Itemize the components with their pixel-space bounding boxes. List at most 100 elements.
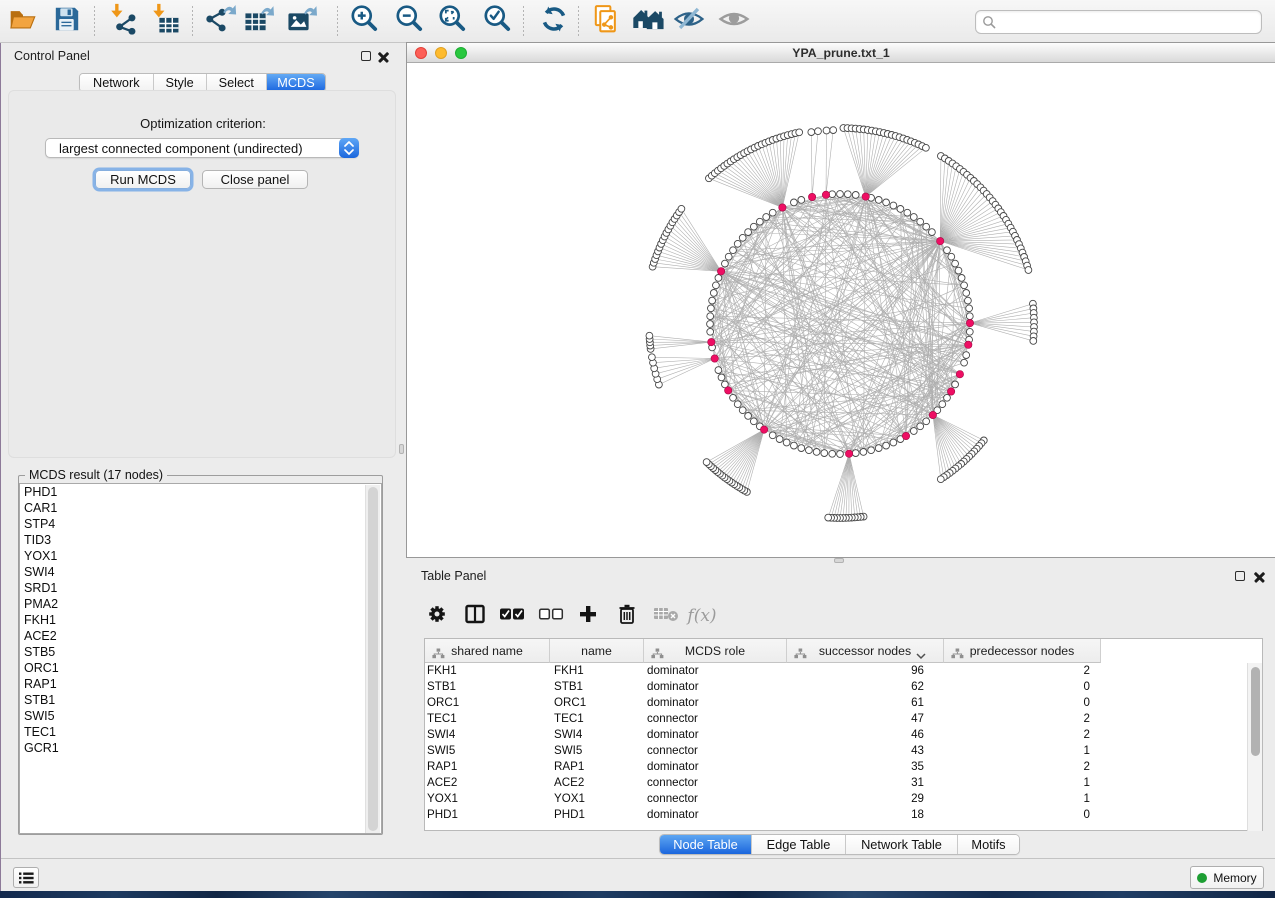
add-column-button[interactable]: [573, 603, 603, 629]
zoom-in-button[interactable]: [347, 5, 381, 37]
mcds-result-list[interactable]: PHD1CAR1STP4TID3YOX1SWI4SRD1PMA2FKH1ACE2…: [19, 483, 382, 834]
table-cell[interactable]: YOX1: [550, 791, 644, 807]
gear-button[interactable]: [422, 603, 452, 629]
column-header-name[interactable]: name: [550, 639, 644, 663]
float-panel-button[interactable]: [361, 51, 371, 61]
table-scrollbar[interactable]: [1247, 663, 1262, 831]
column-header-MCDS-role[interactable]: MCDS role: [644, 639, 787, 663]
minimize-window-icon[interactable]: [435, 47, 447, 59]
maximize-window-icon[interactable]: [455, 47, 467, 59]
table-cell[interactable]: TEC1: [425, 711, 550, 727]
table-cell[interactable]: 1: [944, 791, 1101, 807]
import-table-button[interactable]: [148, 5, 182, 37]
result-item[interactable]: FKH1: [20, 612, 381, 628]
table-cell[interactable]: dominator: [644, 807, 787, 823]
run-mcds-button[interactable]: Run MCDS: [95, 170, 191, 189]
table-cell[interactable]: connector: [644, 711, 787, 727]
table-cell[interactable]: STB1: [550, 679, 644, 695]
result-item[interactable]: SWI5: [20, 708, 381, 724]
table-cell[interactable]: dominator: [644, 727, 787, 743]
result-list-scrollbar[interactable]: [365, 485, 380, 834]
result-item[interactable]: ORC1: [20, 660, 381, 676]
table-cell[interactable]: 0: [944, 695, 1101, 711]
export-network-button[interactable]: [204, 5, 238, 37]
table-cell[interactable]: TEC1: [550, 711, 644, 727]
result-item[interactable]: ACE2: [20, 628, 381, 644]
memory-button[interactable]: Memory: [1190, 866, 1264, 889]
new-network-from-selection-button[interactable]: [590, 5, 624, 37]
tab-style[interactable]: Style: [154, 74, 207, 91]
horizontal-splitter-handle[interactable]: [834, 558, 844, 563]
tab-network[interactable]: Network: [80, 74, 154, 91]
table-cell[interactable]: 2: [944, 759, 1101, 775]
table-cell[interactable]: connector: [644, 791, 787, 807]
table-cell[interactable]: 29: [787, 791, 944, 807]
close-panel-button-mcds[interactable]: Close panel: [202, 170, 308, 189]
table-cell[interactable]: RAP1: [425, 759, 550, 775]
export-image-button[interactable]: [286, 5, 320, 37]
table-cell[interactable]: ORC1: [550, 695, 644, 711]
save-session-button[interactable]: [50, 5, 84, 37]
apply-layout-button[interactable]: [537, 5, 571, 37]
tab-node-table[interactable]: Node Table: [660, 835, 752, 854]
close-panel-button[interactable]: [378, 51, 389, 62]
result-item[interactable]: TEC1: [20, 724, 381, 740]
result-item[interactable]: RAP1: [20, 676, 381, 692]
table-cell[interactable]: SWI4: [425, 727, 550, 743]
table-cell[interactable]: dominator: [644, 663, 787, 679]
table-cell[interactable]: dominator: [644, 759, 787, 775]
zoom-out-button[interactable]: [392, 5, 426, 37]
table-cell[interactable]: 35: [787, 759, 944, 775]
table-cell[interactable]: ORC1: [425, 695, 550, 711]
table-cell[interactable]: 61: [787, 695, 944, 711]
first-neighbors-button[interactable]: [632, 5, 666, 37]
column-header-successor-nodes[interactable]: successor nodes: [787, 639, 944, 663]
table-cell[interactable]: PHD1: [550, 807, 644, 823]
delete-table-button[interactable]: [651, 603, 681, 629]
table-cell[interactable]: YOX1: [425, 791, 550, 807]
deselect-all-button[interactable]: [536, 603, 566, 629]
table-cell[interactable]: 96: [787, 663, 944, 679]
table-cell[interactable]: SWI4: [550, 727, 644, 743]
tab-edge-table[interactable]: Edge Table: [752, 835, 846, 854]
table-cell[interactable]: 1: [944, 775, 1101, 791]
column-header-shared-name[interactable]: shared name: [425, 639, 550, 663]
table-cell[interactable]: PHD1: [425, 807, 550, 823]
tab-network-table[interactable]: Network Table: [846, 835, 958, 854]
function-builder-button[interactable]: f(x): [687, 603, 717, 629]
zoom-selected-button[interactable]: [480, 5, 514, 37]
table-cell[interactable]: 0: [944, 679, 1101, 695]
result-list-scroll-thumb[interactable]: [368, 487, 378, 831]
tab-motifs[interactable]: Motifs: [958, 835, 1019, 854]
table-cell[interactable]: connector: [644, 743, 787, 759]
table-cell[interactable]: 43: [787, 743, 944, 759]
table-cell[interactable]: SWI5: [550, 743, 644, 759]
table-cell[interactable]: 0: [944, 807, 1101, 823]
table-cell[interactable]: dominator: [644, 679, 787, 695]
table-cell[interactable]: dominator: [644, 695, 787, 711]
table-cell[interactable]: FKH1: [550, 663, 644, 679]
search-input[interactable]: [975, 10, 1262, 34]
table-cell[interactable]: FKH1: [425, 663, 550, 679]
network-graph-canvas[interactable]: [407, 64, 1274, 558]
automation-panel-button[interactable]: [13, 867, 39, 888]
tab-select[interactable]: Select: [207, 74, 267, 91]
result-item[interactable]: SWI4: [20, 564, 381, 580]
table-cell[interactable]: 18: [787, 807, 944, 823]
import-network-button[interactable]: [106, 5, 140, 37]
table-cell[interactable]: STB1: [425, 679, 550, 695]
close-window-icon[interactable]: [415, 47, 427, 59]
export-table-button[interactable]: [243, 5, 277, 37]
float-table-panel-button[interactable]: [1235, 571, 1245, 581]
table-cell[interactable]: RAP1: [550, 759, 644, 775]
table-cell[interactable]: 2: [944, 711, 1101, 727]
criterion-dropdown[interactable]: largest connected component (undirected): [45, 138, 359, 158]
table-cell[interactable]: 2: [944, 727, 1101, 743]
table-cell[interactable]: 31: [787, 775, 944, 791]
table-cell[interactable]: SWI5: [425, 743, 550, 759]
column-header-predecessor-nodes[interactable]: predecessor nodes: [944, 639, 1101, 663]
result-item[interactable]: PMA2: [20, 596, 381, 612]
result-item[interactable]: GCR1: [20, 740, 381, 756]
table-cell[interactable]: 1: [944, 743, 1101, 759]
result-item[interactable]: YOX1: [20, 548, 381, 564]
